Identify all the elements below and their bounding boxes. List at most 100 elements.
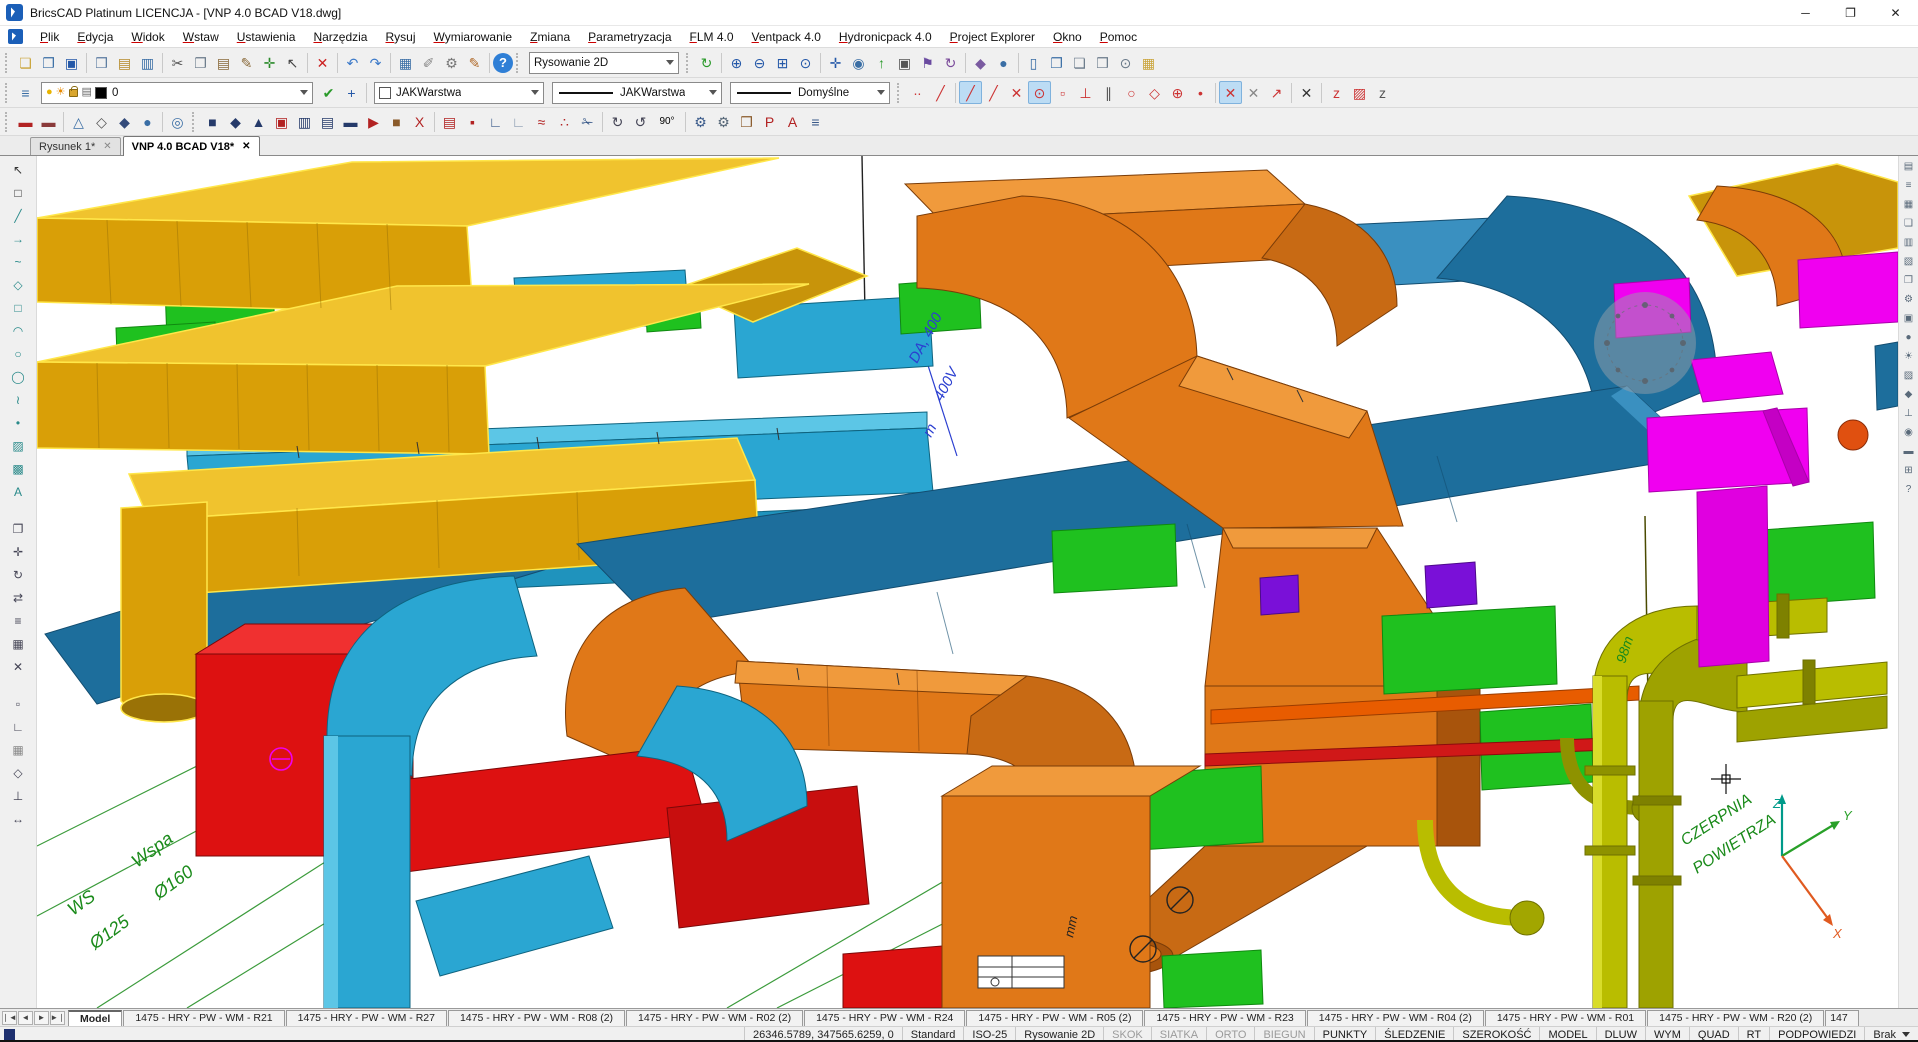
menu-hydronicpack-4-0[interactable]: Hydronicpack 4.0 <box>830 28 941 46</box>
xml-export-icon[interactable]: X <box>408 110 431 133</box>
rotate-ccw-icon[interactable]: ↺ <box>629 110 652 133</box>
polyline-icon[interactable]: ~ <box>8 252 28 272</box>
ucs-panel-icon[interactable]: ⊥ <box>1900 405 1917 422</box>
grid-toggle-icon[interactable]: ▦ <box>8 740 28 760</box>
text-icon[interactable]: A <box>8 482 28 502</box>
look-from-icon[interactable]: ◉ <box>847 51 870 74</box>
menu-project-explorer[interactable]: Project Explorer <box>941 28 1044 46</box>
arc-icon[interactable]: ◠ <box>8 321 28 341</box>
donut-icon[interactable]: ◎ <box>166 110 189 133</box>
zoom-window-icon[interactable]: ⊙ <box>1114 51 1137 74</box>
menu-zmiana[interactable]: Zmiana <box>521 28 579 46</box>
properties-panel-icon[interactable]: ▤ <box>1900 158 1917 175</box>
ray-icon[interactable]: → <box>8 229 28 249</box>
wrench-icon[interactable]: ⚙ <box>689 110 712 133</box>
esnap-insertion-icon[interactable]: ⊕ <box>1166 81 1189 104</box>
point-icon[interactable]: • <box>8 413 28 433</box>
menu-wstaw[interactable]: Wstaw <box>174 28 228 46</box>
help-panel-icon[interactable]: ? <box>1900 481 1917 498</box>
tips-panel-icon[interactable]: ▧ <box>1900 253 1917 270</box>
vent-damper-icon[interactable]: ▥ <box>293 110 316 133</box>
line-icon[interactable]: ╱ <box>8 206 28 226</box>
menu-narz-dzia[interactable]: Narzędzia <box>304 28 376 46</box>
esnap-track-icon[interactable]: ╱ <box>929 81 952 104</box>
new-drawing-icon[interactable]: ❏ <box>14 51 37 74</box>
view-box-icon[interactable]: ◆ <box>969 51 992 74</box>
ortho-toggle-icon[interactable]: ∟ <box>8 717 28 737</box>
layout-tab[interactable]: 1475 - HRY - PW - WM - R04 (2) <box>1307 1010 1484 1026</box>
menu-edycja[interactable]: Edycja <box>68 28 122 46</box>
tools-config-icon[interactable]: ⚙ <box>712 110 735 133</box>
sun-panel-icon[interactable]: ☀ <box>1900 348 1917 365</box>
copy-entity-icon[interactable]: ❐ <box>8 519 28 539</box>
layer-combo[interactable]: ● ☀ ▤ 0 <box>41 82 313 104</box>
vent-box-icon[interactable]: ■ <box>385 110 408 133</box>
layout-tab[interactable]: 147 <box>1825 1010 1859 1026</box>
hanger-icon[interactable]: ∴ <box>553 110 576 133</box>
menu-parametryzacja[interactable]: Parametryzacja <box>579 28 680 46</box>
vent-duct-icon[interactable]: ■ <box>201 110 224 133</box>
esnap-extension-icon[interactable]: ↗ <box>1265 81 1288 104</box>
region-icon[interactable]: ▩ <box>8 459 28 479</box>
esnap-node-icon[interactable]: ▫ <box>1051 81 1074 104</box>
esnap-none-icon[interactable]: ✕ <box>1295 81 1318 104</box>
minimize-button[interactable]: ─ <box>1783 0 1828 25</box>
rotate-icon[interactable]: ↻ <box>8 565 28 585</box>
spline-icon[interactable]: ≀ <box>8 390 28 410</box>
named-views-icon[interactable]: ▦ <box>1137 51 1160 74</box>
tools-panel-icon[interactable]: ⚙ <box>1900 291 1917 308</box>
menu-okno[interactable]: Okno <box>1044 28 1091 46</box>
zoom-in-icon[interactable]: ⊕ <box>725 51 748 74</box>
sheets-panel-icon[interactable]: ❐ <box>1900 272 1917 289</box>
visualstyles-panel-icon[interactable]: ◆ <box>1900 386 1917 403</box>
next-layout-button[interactable]: ► <box>34 1011 49 1025</box>
esnap-perpendicular-icon[interactable]: ⊥ <box>1074 81 1097 104</box>
drawing-canvas[interactable]: DA, 400400VmWspaØ160WSØ12598mCZERPNIAPOW… <box>37 156 1898 1008</box>
layer-freeze-icon[interactable]: ☀ <box>56 87 66 98</box>
render-icon[interactable]: ⚑ <box>916 51 939 74</box>
layout-tab[interactable]: Model <box>68 1010 122 1026</box>
toolbar-grip[interactable] <box>5 112 11 132</box>
offset-icon[interactable]: ≡ <box>8 611 28 631</box>
edit-icon[interactable]: ✎ <box>463 51 486 74</box>
esnap-parallel-icon[interactable]: ∥ <box>1097 81 1120 104</box>
drawing-explorer-icon[interactable]: ▦ <box>394 51 417 74</box>
structure-panel-icon[interactable]: ▦ <box>1900 196 1917 213</box>
duct-cut-icon[interactable]: ✁ <box>576 110 599 133</box>
support-rail-icon[interactable]: ≈ <box>530 110 553 133</box>
print-icon[interactable]: ▤ <box>113 51 136 74</box>
osnap-settings-icon[interactable]: ◇ <box>8 763 28 783</box>
save-icon[interactable]: ▣ <box>60 51 83 74</box>
esnap-center-icon[interactable]: ⊙ <box>1028 81 1051 104</box>
prev-layout-button[interactable]: ◄ <box>18 1011 33 1025</box>
toolbar-grip[interactable] <box>5 53 11 73</box>
ucs-toggle-icon[interactable]: ↑ <box>870 51 893 74</box>
selection-window-icon[interactable]: □ <box>8 183 28 203</box>
grill-ceiling-icon[interactable]: ▤ <box>438 110 461 133</box>
vent-fire-damper-icon[interactable]: ▣ <box>270 110 293 133</box>
camera-icon[interactable]: ▣ <box>893 51 916 74</box>
copy-icon[interactable]: ❐ <box>189 51 212 74</box>
calculator-panel-icon[interactable]: ⊞ <box>1900 462 1917 479</box>
layout-tab[interactable]: 1475 - HRY - PW - WM - R01 <box>1485 1010 1646 1026</box>
menu-ventpack-4-0[interactable]: Ventpack 4.0 <box>743 28 830 46</box>
close-button[interactable]: ✕ <box>1873 0 1918 25</box>
esnap-tangent-icon[interactable]: ○ <box>1120 81 1143 104</box>
esnap-z-filter-icon[interactable]: z <box>1371 81 1394 104</box>
settings-icon[interactable]: ⚙ <box>440 51 463 74</box>
profile-l-icon[interactable]: ∟ <box>484 110 507 133</box>
layer-states-icon[interactable]: ✔ <box>317 81 340 104</box>
attachments-panel-icon[interactable]: ❏ <box>1900 215 1917 232</box>
wall-edit-icon[interactable]: ▬ <box>37 110 60 133</box>
distance-icon[interactable]: ↔ <box>8 809 28 829</box>
spec-list-icon[interactable]: ≡ <box>804 110 827 133</box>
materials-panel-icon[interactable]: ▨ <box>1900 367 1917 384</box>
menu-wymiarowanie[interactable]: Wymiarowanie <box>425 28 522 46</box>
circle-icon[interactable]: ○ <box>8 344 28 364</box>
cut-icon[interactable]: ✂ <box>166 51 189 74</box>
zoom-out-icon[interactable]: ⊖ <box>748 51 771 74</box>
menu-flm-4-0[interactable]: FLM 4.0 <box>681 28 743 46</box>
toolbar-grip[interactable] <box>516 53 522 73</box>
restore-button[interactable]: ❐ <box>1828 0 1873 25</box>
box-wire-icon[interactable]: ◇ <box>90 110 113 133</box>
